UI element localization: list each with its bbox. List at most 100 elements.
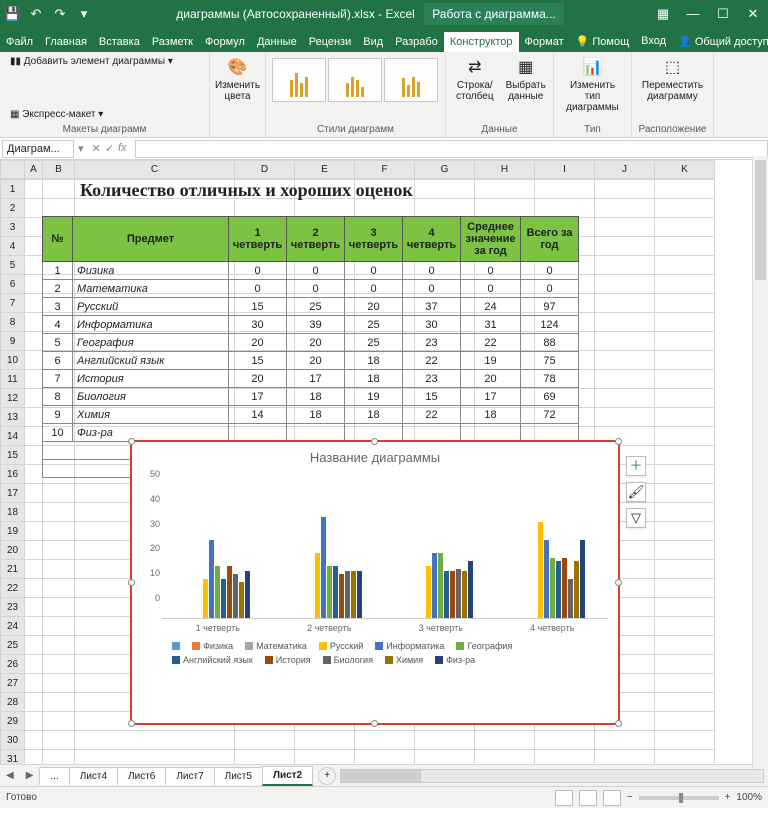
col-header[interactable]: C bbox=[75, 161, 235, 179]
cell[interactable] bbox=[655, 522, 715, 541]
cell[interactable] bbox=[655, 370, 715, 389]
cell[interactable] bbox=[535, 199, 595, 218]
table-row[interactable]: 2Математика000000 bbox=[43, 280, 579, 298]
legend-item[interactable]: Физ-ра bbox=[435, 655, 475, 665]
row-header[interactable]: 31 bbox=[1, 750, 25, 765]
table-row[interactable]: 1Физика000000 bbox=[43, 262, 579, 280]
row-header[interactable]: 5 bbox=[1, 256, 25, 275]
cell[interactable] bbox=[415, 180, 475, 199]
sheet-tab[interactable]: Лист5 bbox=[214, 767, 263, 785]
row-header[interactable]: 27 bbox=[1, 674, 25, 693]
row-header[interactable]: 30 bbox=[1, 731, 25, 750]
resize-handle[interactable] bbox=[615, 720, 622, 727]
zoom-slider[interactable] bbox=[639, 796, 719, 800]
cell[interactable] bbox=[355, 750, 415, 765]
chart-style-thumb[interactable] bbox=[384, 58, 438, 102]
cell[interactable] bbox=[655, 389, 715, 408]
cell[interactable] bbox=[595, 180, 655, 199]
view-normal-button[interactable] bbox=[555, 790, 573, 806]
cell[interactable] bbox=[43, 731, 75, 750]
row-header[interactable]: 24 bbox=[1, 617, 25, 636]
tab-layout[interactable]: Разметк bbox=[146, 32, 199, 52]
tab-home[interactable]: Главная bbox=[39, 32, 93, 52]
col-header[interactable]: H bbox=[475, 161, 535, 179]
table-row[interactable]: 4Информатика3039253031124 bbox=[43, 316, 579, 334]
row-header[interactable]: 20 bbox=[1, 541, 25, 560]
cell[interactable] bbox=[43, 655, 75, 674]
cell[interactable] bbox=[655, 617, 715, 636]
cell[interactable] bbox=[655, 750, 715, 765]
bar-cluster[interactable] bbox=[297, 517, 362, 618]
tab-help[interactable]: 💡 Помощ bbox=[570, 31, 636, 52]
tab-share[interactable]: 👤 Общий доступ bbox=[672, 31, 768, 52]
cell[interactable] bbox=[655, 332, 715, 351]
cell[interactable] bbox=[655, 199, 715, 218]
cell[interactable] bbox=[235, 750, 295, 765]
cell[interactable] bbox=[655, 655, 715, 674]
cell[interactable] bbox=[655, 294, 715, 313]
cell[interactable] bbox=[655, 579, 715, 598]
cell[interactable] bbox=[595, 218, 655, 237]
row-header[interactable]: 1 bbox=[1, 180, 25, 199]
resize-handle[interactable] bbox=[128, 438, 135, 445]
col-header[interactable]: J bbox=[595, 161, 655, 179]
cell[interactable] bbox=[25, 503, 43, 522]
tab-file[interactable]: Файл bbox=[0, 32, 39, 52]
cell[interactable] bbox=[75, 731, 235, 750]
cell[interactable] bbox=[25, 598, 43, 617]
row-header[interactable]: 14 bbox=[1, 427, 25, 446]
fx-icon[interactable]: fx bbox=[118, 142, 127, 155]
cell[interactable] bbox=[43, 617, 75, 636]
cell[interactable] bbox=[25, 408, 43, 427]
cell[interactable] bbox=[655, 693, 715, 712]
row-header[interactable]: 16 bbox=[1, 465, 25, 484]
cell[interactable] bbox=[595, 332, 655, 351]
cell[interactable] bbox=[655, 275, 715, 294]
row-header[interactable]: 23 bbox=[1, 598, 25, 617]
chart-styles-gallery[interactable] bbox=[272, 54, 439, 102]
cell[interactable] bbox=[595, 256, 655, 275]
cell[interactable] bbox=[43, 693, 75, 712]
cell[interactable] bbox=[25, 712, 43, 731]
cell[interactable] bbox=[43, 522, 75, 541]
cell[interactable] bbox=[25, 636, 43, 655]
view-page-break-button[interactable] bbox=[603, 790, 621, 806]
row-header[interactable]: 2 bbox=[1, 199, 25, 218]
maximize-icon[interactable]: ☐ bbox=[708, 6, 738, 22]
close-icon[interactable]: ✕ bbox=[738, 6, 768, 22]
cell[interactable] bbox=[25, 617, 43, 636]
cell[interactable] bbox=[25, 313, 43, 332]
cell[interactable] bbox=[655, 560, 715, 579]
cell[interactable] bbox=[655, 180, 715, 199]
row-header[interactable]: 21 bbox=[1, 560, 25, 579]
cell[interactable] bbox=[43, 579, 75, 598]
ribbon-display-icon[interactable]: ▦ bbox=[648, 6, 678, 22]
horizontal-scrollbar[interactable] bbox=[340, 769, 764, 783]
cell[interactable] bbox=[295, 731, 355, 750]
select-data-button[interactable]: ▦Выбрать данные bbox=[502, 54, 550, 104]
zoom-level[interactable]: 100% bbox=[736, 792, 762, 803]
name-box[interactable]: Диаграм... bbox=[2, 140, 74, 158]
cell[interactable] bbox=[25, 389, 43, 408]
cell[interactable] bbox=[655, 541, 715, 560]
tab-insert[interactable]: Вставка bbox=[93, 32, 146, 52]
tab-review[interactable]: Рецензи bbox=[303, 32, 358, 52]
row-header[interactable]: 9 bbox=[1, 332, 25, 351]
tab-chart-design[interactable]: Конструктор bbox=[444, 32, 519, 52]
legend-item[interactable]: Физика bbox=[192, 641, 233, 651]
cell[interactable] bbox=[25, 522, 43, 541]
cell[interactable] bbox=[415, 750, 475, 765]
chart-legend[interactable]: ФизикаМатематикаРусскийИнформатикаГеогра… bbox=[132, 633, 618, 665]
cell[interactable] bbox=[475, 731, 535, 750]
add-chart-element-button[interactable]: ▮▮ Добавить элемент диаграммы ▾ bbox=[6, 54, 177, 69]
cell[interactable] bbox=[655, 313, 715, 332]
accept-formula-icon[interactable]: ✓ bbox=[105, 142, 114, 155]
cell[interactable] bbox=[655, 408, 715, 427]
cell[interactable] bbox=[535, 750, 595, 765]
cell[interactable] bbox=[25, 256, 43, 275]
change-colors-button[interactable]: 🎨Изменить цвета bbox=[216, 54, 259, 104]
cell[interactable] bbox=[355, 199, 415, 218]
sheet-tab[interactable]: Лист4 bbox=[69, 767, 118, 785]
cell[interactable] bbox=[25, 579, 43, 598]
cell[interactable] bbox=[25, 731, 43, 750]
